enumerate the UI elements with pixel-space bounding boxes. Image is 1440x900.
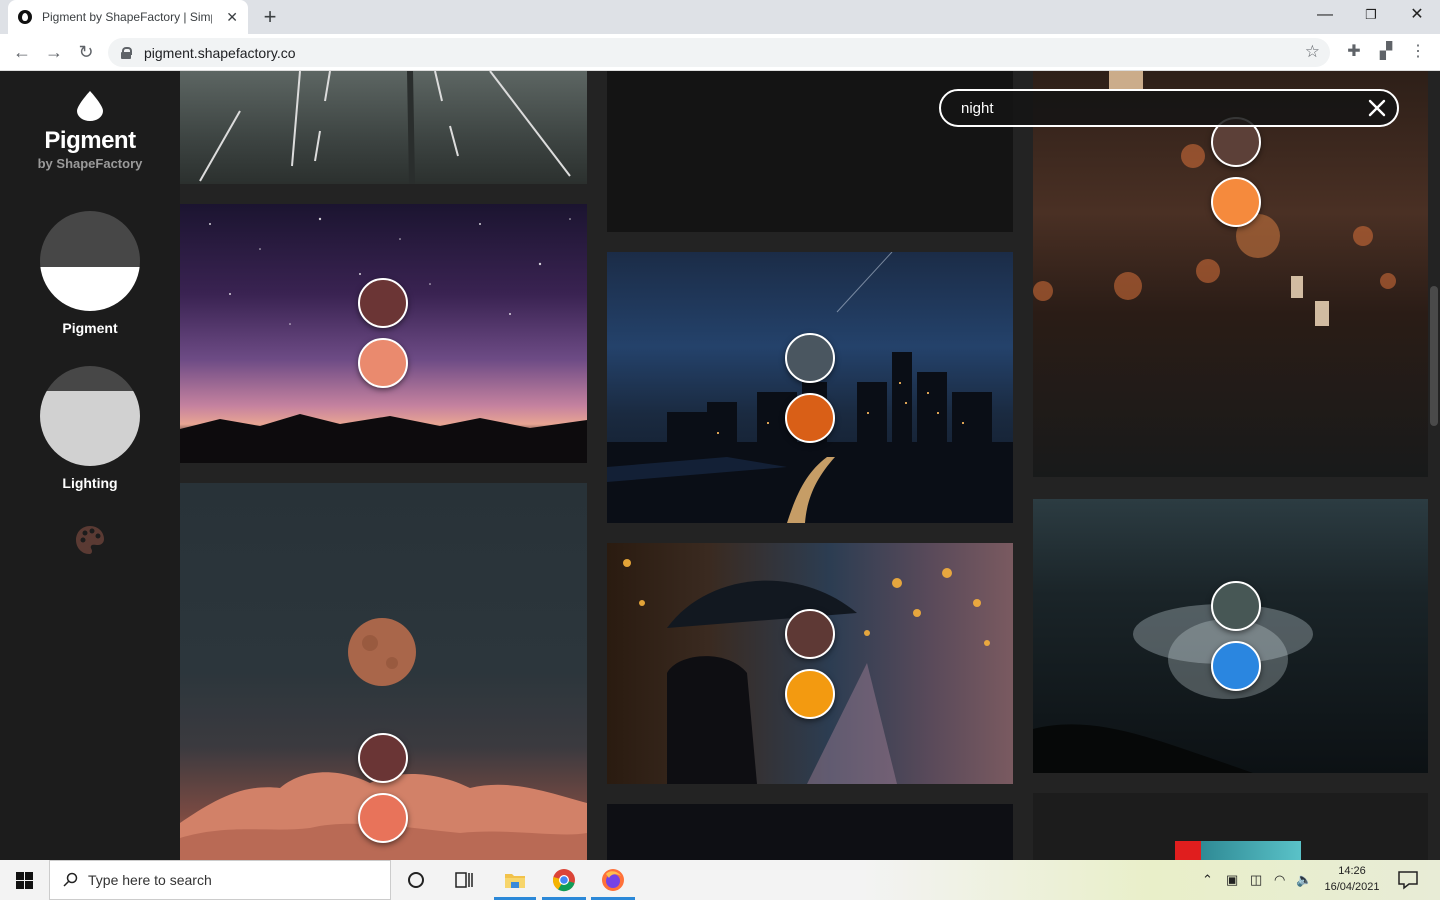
pigment-page: Pigment by ShapeFactory Pigment Lighting xyxy=(0,71,1440,860)
starfield-icon xyxy=(180,217,587,463)
browser-tabbar: Pigment by ShapeFactory | Simpl ✕ + — ❐ … xyxy=(0,0,1440,34)
purple-sky-image-card[interactable] xyxy=(180,204,587,463)
clock-time[interactable]: 14:26 xyxy=(1317,865,1387,877)
color-swatch-11[interactable] xyxy=(1211,581,1261,631)
bulb-image-card[interactable] xyxy=(1033,71,1428,477)
back-arrow-icon[interactable]: ← xyxy=(10,40,34,64)
tray-chevron-up-icon[interactable]: ⌃ xyxy=(1202,872,1213,888)
magnifier-icon xyxy=(63,872,78,887)
color-swatch-12[interactable] xyxy=(1211,641,1261,691)
reload-icon[interactable]: ↻ xyxy=(74,40,98,64)
album-art-strip xyxy=(1201,841,1301,860)
pigment-mode-button[interactable] xyxy=(40,211,140,311)
color-swatch-6[interactable] xyxy=(785,393,835,443)
road-lines-icon xyxy=(199,71,571,184)
color-swatch-8[interactable] xyxy=(785,669,835,719)
search-box[interactable] xyxy=(939,89,1399,127)
color-swatch-10[interactable] xyxy=(1211,177,1261,227)
taskbar-search-placeholder[interactable]: Type here to search xyxy=(88,872,212,888)
chrome-icon[interactable] xyxy=(552,868,576,892)
volume-icon[interactable]: 🔈 xyxy=(1296,872,1312,888)
extensions-icon[interactable]: ✚ xyxy=(1342,40,1366,64)
pigment-drop-logo-icon[interactable] xyxy=(77,91,103,121)
color-swatch-7[interactable] xyxy=(785,609,835,659)
wifi-icon[interactable]: ◠ xyxy=(1274,872,1285,888)
lock-icon[interactable] xyxy=(120,46,132,59)
umbrella-image-card[interactable] xyxy=(607,543,1013,784)
lighting-mode-button[interactable] xyxy=(40,366,140,466)
taskbar-search-box[interactable]: Type here to search xyxy=(49,860,391,900)
browser-tab[interactable]: Pigment by ShapeFactory | Simpl ✕ xyxy=(8,0,248,34)
sea-image-card[interactable] xyxy=(1033,499,1428,773)
firefox-icon[interactable] xyxy=(601,868,625,892)
brand-title: Pigment xyxy=(44,127,136,154)
pigment-favicon-icon xyxy=(18,10,32,24)
file-explorer-icon[interactable] xyxy=(503,868,527,892)
tab-title: Pigment by ShapeFactory | Simpl xyxy=(42,10,212,24)
address-bar[interactable]: pigment.shapefactory.co ☆ xyxy=(108,38,1330,67)
menu-dots-icon[interactable]: ⋮ xyxy=(1406,40,1430,64)
page-scrollbar[interactable] xyxy=(1430,286,1438,426)
notification-center-icon[interactable] xyxy=(1396,868,1420,892)
color-swatch-5[interactable] xyxy=(785,333,835,383)
cortana-icon[interactable] xyxy=(404,868,428,892)
pigment-mode-label[interactable]: Pigment xyxy=(0,320,180,336)
maximize-button[interactable]: ❐ xyxy=(1348,2,1394,28)
clear-search-icon[interactable] xyxy=(1367,98,1387,118)
moonlit-sea-icon xyxy=(1033,604,1313,773)
lighting-mode-label[interactable]: Lighting xyxy=(0,475,180,491)
starry-sky-image-card[interactable] xyxy=(607,804,1013,860)
clock-date[interactable]: 16/04/2021 xyxy=(1317,881,1387,893)
window-close-button[interactable]: ✕ xyxy=(1394,2,1440,28)
color-swatch-4[interactable] xyxy=(358,793,408,843)
city-skyline-icon xyxy=(607,252,1013,523)
browser-toolbar: ← → ↻ pigment.shapefactory.co ☆ ✚ ▞ ⋮ xyxy=(0,34,1440,71)
tab-close-icon[interactable]: ✕ xyxy=(226,9,238,26)
windows-start-icon[interactable] xyxy=(16,872,33,889)
city-image-card[interactable] xyxy=(607,252,1013,523)
sidebar: Pigment by ShapeFactory Pigment Lighting xyxy=(0,71,180,860)
umbrella-street-icon xyxy=(623,559,990,784)
palette-icon[interactable] xyxy=(74,524,106,556)
windows-taskbar: Type here to search ⌃ ▣ ◫ ◠ 🔈 14:26 16/0… xyxy=(0,860,1440,900)
new-tab-button[interactable]: + xyxy=(258,4,282,30)
color-swatch-1[interactable] xyxy=(358,278,408,328)
extension-puzzle-icon[interactable]: ▞ xyxy=(1374,40,1398,64)
color-swatch-3[interactable] xyxy=(358,733,408,783)
moon-image-card[interactable] xyxy=(180,483,587,860)
minimize-button[interactable]: — xyxy=(1302,2,1348,28)
road-image-card[interactable] xyxy=(180,71,587,184)
adobe-logo-icon xyxy=(1175,841,1201,860)
tray-update-icon[interactable]: ◫ xyxy=(1250,872,1262,888)
search-input[interactable] xyxy=(961,99,1341,117)
color-swatch-2[interactable] xyxy=(358,338,408,388)
brand-subtitle: by ShapeFactory xyxy=(37,156,143,171)
tray-meet-icon[interactable]: ▣ xyxy=(1226,872,1238,888)
album-image-card[interactable] xyxy=(1033,793,1428,860)
bookmark-star-icon[interactable]: ☆ xyxy=(1305,42,1320,62)
url-text[interactable]: pigment.shapefactory.co xyxy=(144,45,296,61)
task-view-icon[interactable] xyxy=(452,868,476,892)
forward-arrow-icon[interactable]: → xyxy=(42,40,66,64)
